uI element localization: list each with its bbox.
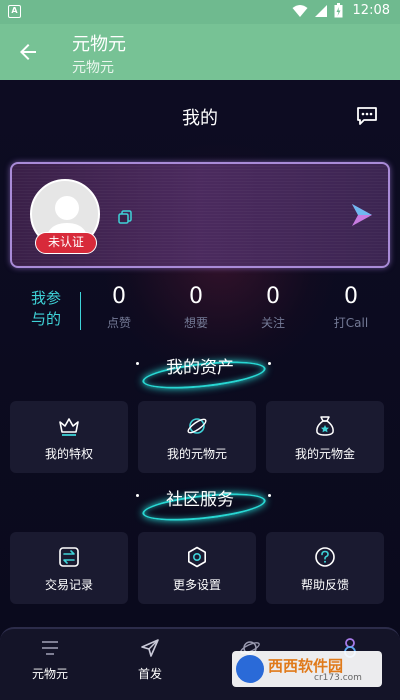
settings-icon xyxy=(188,546,206,568)
tile-label: 我的元物元 xyxy=(166,447,227,461)
stat-follows[interactable]: 0 关注 xyxy=(243,282,303,331)
crown-icon xyxy=(59,418,79,436)
services-section-title: 社区服务 xyxy=(166,490,234,510)
page-title: 我的 xyxy=(182,108,218,129)
my-yuanwuyuan-tile[interactable]: 我的元物元 xyxy=(138,401,256,473)
app-bar: 元物元 元物元 xyxy=(0,24,400,80)
stat-likes[interactable]: 0 点赞 xyxy=(89,282,149,331)
back-arrow-icon[interactable] xyxy=(16,40,40,64)
participation-label-line2: 与的 xyxy=(30,310,61,328)
stat-value: 0 xyxy=(344,284,358,309)
notification-app-icon: A xyxy=(8,5,21,18)
my-yuanwujin-tile[interactable]: 我的元物金 xyxy=(266,401,384,473)
assets-section-title: 我的资产 xyxy=(166,358,234,378)
send-icon xyxy=(141,639,159,657)
privileges-tile[interactable]: 我的特权 xyxy=(10,401,128,473)
more-settings-tile[interactable]: 更多设置 xyxy=(138,532,256,604)
stat-label: 打Call xyxy=(333,316,369,330)
participation-label-line1: 我参 xyxy=(30,289,61,307)
exchange-icon xyxy=(59,547,79,567)
services-section-header: 社区服务 xyxy=(0,485,400,526)
stat-value: 0 xyxy=(112,284,126,309)
nav-label: 元物元 xyxy=(31,667,68,681)
stat-label: 想要 xyxy=(183,316,208,330)
unverified-badge[interactable]: 未认证 xyxy=(35,232,97,254)
list-icon xyxy=(42,641,58,655)
profile-card[interactable]: 未认证 xyxy=(10,162,390,268)
clock: 12:08 xyxy=(352,3,390,18)
nav-item-home[interactable]: 元物元 xyxy=(0,637,100,697)
transaction-records-tile[interactable]: 交易记录 xyxy=(10,532,128,604)
profile-page: 我的 未认证 我参 与的 0 点赞 0 想要 0 关注 0 打Call 我的资产… xyxy=(0,80,400,700)
tile-label: 交易记录 xyxy=(44,578,93,592)
watermark-logo xyxy=(236,655,264,683)
tile-label: 更多设置 xyxy=(172,578,221,592)
stat-calls[interactable]: 0 打Call xyxy=(321,282,381,331)
status-bar: A 12:08 xyxy=(0,0,400,24)
watermark-url: cr173.com xyxy=(314,673,362,683)
watermark: 西西软件园 cr173.com xyxy=(232,651,382,687)
copy-icon[interactable] xyxy=(118,210,132,224)
wifi-icon xyxy=(292,4,308,17)
battery-icon xyxy=(334,3,343,18)
participation-label: 我参 与的 xyxy=(26,288,66,330)
stat-wants[interactable]: 0 想要 xyxy=(166,282,226,331)
app-subtitle: 元物元 xyxy=(72,60,114,76)
planet-icon xyxy=(187,418,207,434)
system-icons: 12:08 xyxy=(292,3,390,18)
app-title: 元物元 xyxy=(72,34,126,55)
money-bag-icon xyxy=(316,416,334,436)
signal-icon xyxy=(314,4,327,17)
tile-label: 我的特权 xyxy=(44,447,93,461)
stat-value: 0 xyxy=(189,284,203,309)
nav-label: 首发 xyxy=(137,667,162,681)
message-icon[interactable] xyxy=(356,106,378,126)
nav-item-launch[interactable]: 首发 xyxy=(100,637,200,697)
enter-arrow-icon[interactable] xyxy=(350,202,374,228)
tile-label: 帮助反馈 xyxy=(300,578,349,592)
help-feedback-tile[interactable]: 帮助反馈 xyxy=(266,532,384,604)
stat-label: 关注 xyxy=(260,316,285,330)
participation-stats: 我参 与的 0 点赞 0 想要 0 关注 0 打Call xyxy=(0,278,400,342)
stat-value: 0 xyxy=(266,284,280,309)
assets-section-header: 我的资产 xyxy=(0,353,400,394)
tile-label: 我的元物金 xyxy=(294,447,355,461)
stats-divider xyxy=(80,292,81,330)
stat-label: 点赞 xyxy=(106,316,131,330)
help-icon xyxy=(315,547,335,567)
